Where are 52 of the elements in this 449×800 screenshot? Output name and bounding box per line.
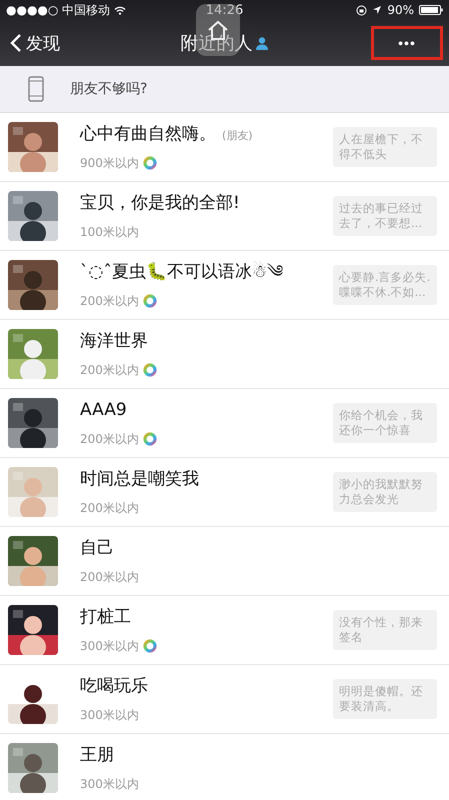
person-name: 吃喝玩乐 [80,674,148,696]
person-row[interactable]: 王朋 300米以内 [0,734,449,800]
distance-label: 200米以内 [80,568,139,586]
battery-icon [419,5,443,15]
friend-tag: (朋友) [222,124,253,146]
tip-row[interactable]: 朋友不够吗? [0,66,449,113]
person-name: 王朋 [80,744,114,766]
person-row[interactable]: ˋ◌ˆ夏虫🐛不可以语冰☃༄ 200米以内 心要静.言多必失.喋喋不休.不如... [0,251,449,320]
person-icon [254,36,268,50]
signature-bubble: 没有个性，那来签名 [333,610,437,650]
person-row[interactable]: 海洋世界 200米以内 [0,320,449,389]
phone-icon [28,76,44,102]
distance-label: 300米以内 [80,776,139,792]
back-icon [10,33,22,53]
signature-bubble: 渺小的我默默努力总会发光 [333,472,437,512]
person-row[interactable]: 吃喝玩乐 300米以内 明明是傻帽。还要装清高。 [0,665,449,734]
person-row[interactable]: 心中有曲自然嗨。 (朋友) 900米以内 人在屋檐下，不得不低头 [0,113,449,182]
distance-label: 300米以内 [80,706,139,724]
location-icon [372,5,382,15]
clock-label: 14:26 [206,2,244,18]
person-name: 宝贝，你是我的全部! [80,192,240,214]
battery-label: 90% [387,3,414,17]
signature-bubble: 人在屋檐下，不得不低头 [333,127,437,167]
person-name: 时间总是嘲笑我 [80,468,199,490]
person-name: AAA9 [80,398,127,420]
tip-text: 朋友不够吗? [70,80,148,98]
signature-bubble: 你给个机会，我还你一个惊喜 [333,403,437,443]
signature-bubble: 心要静.言多必失.喋喋不休.不如... [333,265,437,305]
person-row[interactable]: 打桩工 300米以内 没有个性，那来签名 [0,596,449,665]
person-name: 海洋世界 [80,330,148,352]
person-row[interactable]: AAA9 200米以内 你给个机会，我还你一个惊喜 [0,389,449,458]
person-name: ˋ◌ˆ夏虫🐛不可以语冰☃༄ [80,260,284,282]
signature-bubble: 过去的事已经过去了，不要想... [333,196,437,236]
distance-label: 300米以内 [80,638,139,654]
rotation-lock-icon [356,4,368,16]
signature-bubble: 明明是傻帽。还要装清高。 [333,679,437,719]
person-name: 自己 [80,536,114,558]
distance-label: 200米以内 [80,500,139,516]
person-name: 心中有曲自然嗨。 [80,122,216,144]
more-button[interactable]: ••• [371,26,443,60]
person-row[interactable]: 时间总是嘲笑我 200米以内 渺小的我默默努力总会发光 [0,458,449,527]
wifi-icon [114,6,126,14]
distance-label: 200米以内 [80,362,139,378]
person-row[interactable]: 自己 200米以内 [0,527,449,596]
person-name: 打桩工 [80,606,131,628]
distance-label: 900米以内 [80,154,139,172]
distance-label: 200米以内 [80,292,139,310]
distance-label: 100米以内 [80,224,139,240]
person-row[interactable]: 宝贝，你是我的全部! 100米以内 过去的事已经过去了，不要想... [0,182,449,251]
back-button[interactable]: 发现 [0,28,70,58]
distance-label: 200米以内 [80,430,139,448]
carrier-label: ●●●●○ 中国移动 [6,2,110,18]
